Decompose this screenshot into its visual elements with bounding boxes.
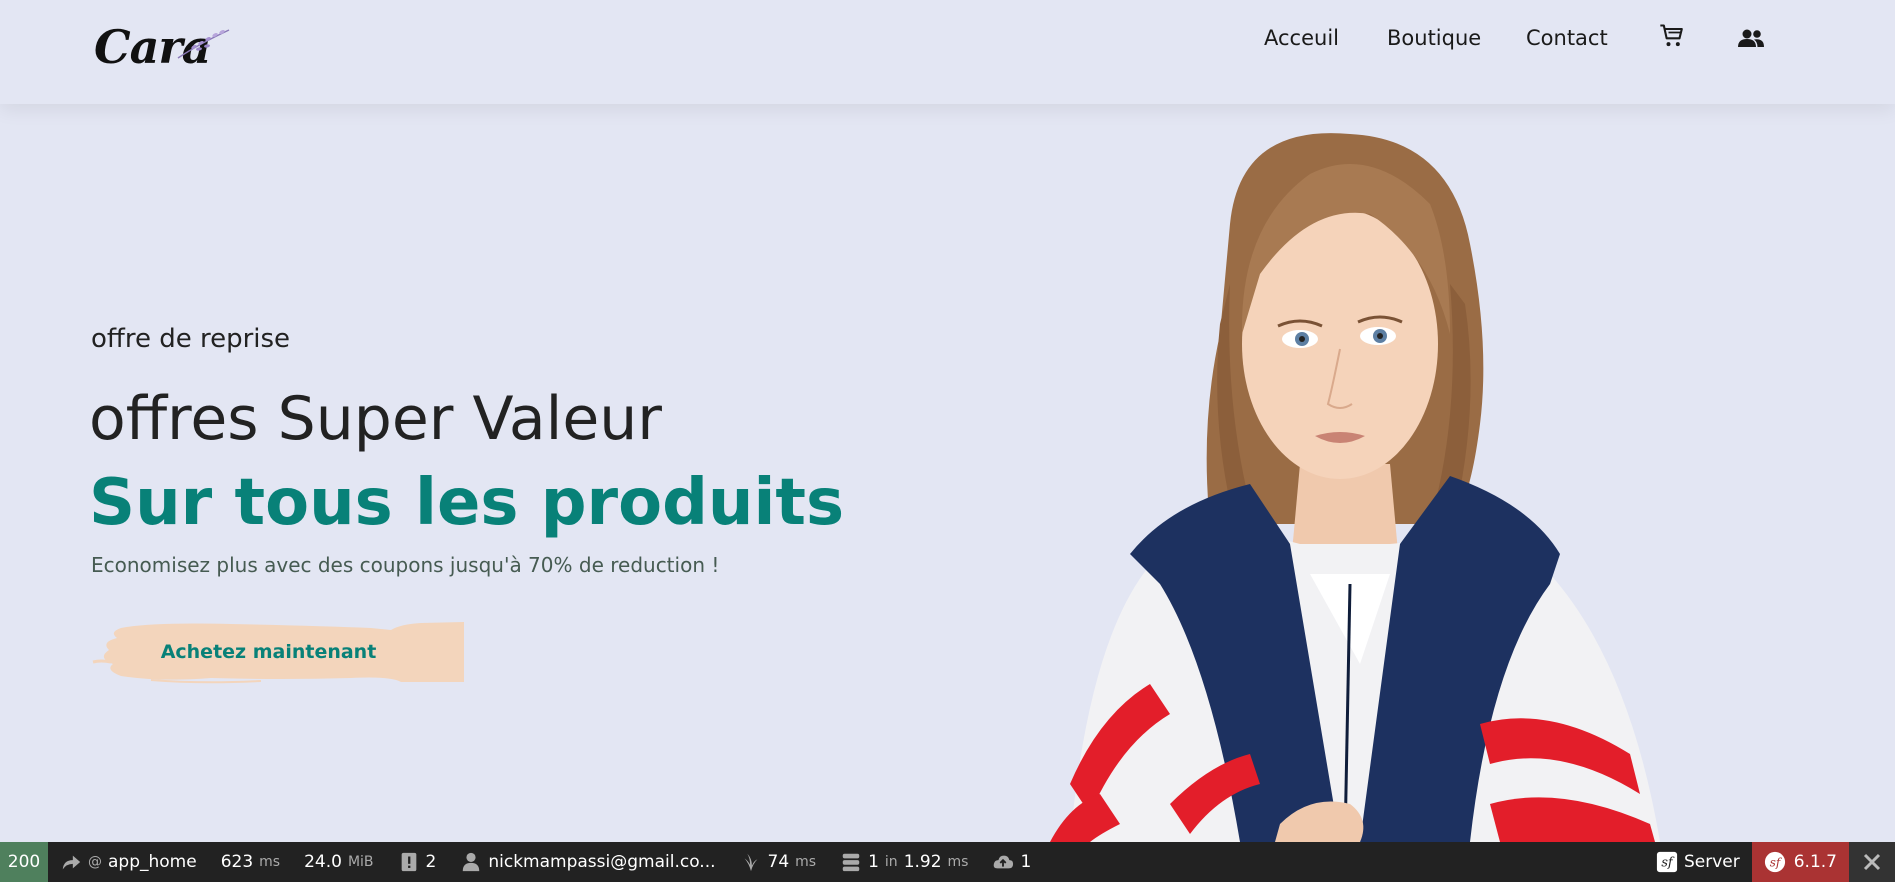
user-icon bbox=[463, 852, 480, 872]
hero-subtitle: Sur tous les produits bbox=[89, 466, 845, 540]
shop-now-label: Achetez maintenant bbox=[160, 641, 377, 663]
memory-value: 24.0 bbox=[304, 852, 342, 872]
database-icon bbox=[842, 853, 860, 872]
db-unit: ms bbox=[947, 854, 969, 870]
db-time: 1.92 bbox=[903, 852, 942, 872]
symfony-version-panel[interactable]: sf 6.1.7 bbox=[1751, 842, 1849, 882]
status-code-badge[interactable]: 200 bbox=[0, 842, 48, 882]
logs-icon bbox=[401, 852, 416, 872]
debug-toolbar: 200 @ app_home 623 ms 24.0 MiB 2 nickmam… bbox=[0, 842, 1895, 882]
nav-acceuil[interactable]: Acceuil bbox=[1264, 26, 1339, 50]
logs-count: 2 bbox=[425, 852, 437, 872]
route-prefix: @ bbox=[88, 854, 102, 870]
database-panel[interactable]: 1 in 1.92 ms bbox=[828, 842, 980, 882]
memory-unit: MiB bbox=[347, 854, 374, 870]
twig-icon bbox=[744, 853, 757, 872]
logs-panel[interactable]: 2 bbox=[386, 842, 449, 882]
close-icon bbox=[1863, 853, 1881, 871]
hero-section: offre de reprise offres Super Valeur Sur… bbox=[0, 104, 1895, 842]
memory-panel[interactable]: 24.0 MiB bbox=[292, 842, 385, 882]
cache-panel[interactable]: 1 bbox=[980, 842, 1043, 882]
logo[interactable]: Cara bbox=[94, 20, 230, 76]
redirect-arrow-icon bbox=[62, 855, 81, 870]
hero-model-image bbox=[1050, 133, 1660, 842]
symfony-logo-icon: sf bbox=[1656, 851, 1678, 873]
close-toolbar-button[interactable] bbox=[1849, 842, 1895, 882]
server-panel[interactable]: sf Server bbox=[1644, 842, 1752, 882]
twig-value: 74 bbox=[767, 852, 790, 872]
route-panel[interactable]: @ app_home bbox=[48, 842, 209, 882]
cache-count: 1 bbox=[1020, 852, 1032, 872]
hero-description: Economisez plus avec des coupons jusqu'à… bbox=[91, 553, 720, 577]
server-label: Server bbox=[1683, 852, 1740, 872]
route-name: app_home bbox=[108, 852, 197, 872]
symfony-circle-icon: sf bbox=[1764, 851, 1785, 873]
nav-boutique[interactable]: Boutique bbox=[1387, 26, 1481, 50]
symfony-version: 6.1.7 bbox=[1793, 852, 1837, 872]
lavender-sprig-icon bbox=[177, 29, 230, 59]
hero-kicker: offre de reprise bbox=[91, 324, 291, 354]
time-value: 623 bbox=[220, 852, 254, 872]
cloud-upload-icon bbox=[994, 855, 1014, 869]
shop-now-button[interactable]: Achetez maintenant bbox=[91, 620, 464, 684]
twig-panel[interactable]: 74 ms bbox=[728, 842, 829, 882]
db-queries: 1 bbox=[868, 852, 879, 872]
users-icon[interactable] bbox=[1737, 24, 1765, 52]
hero-title: offres Super Valeur bbox=[89, 384, 662, 454]
time-unit: ms bbox=[259, 854, 281, 870]
user-email: nickmampassi@gmail.co... bbox=[488, 852, 716, 872]
time-panel[interactable]: 623 ms bbox=[209, 842, 292, 882]
db-in: in bbox=[884, 854, 898, 870]
site-header: Cara Acceuil Boutique Contact bbox=[0, 0, 1895, 104]
nav-contact[interactable]: Contact bbox=[1526, 26, 1608, 50]
twig-unit: ms bbox=[795, 854, 817, 870]
cart-icon[interactable] bbox=[1658, 22, 1686, 50]
user-panel[interactable]: nickmampassi@gmail.co... bbox=[448, 842, 727, 882]
